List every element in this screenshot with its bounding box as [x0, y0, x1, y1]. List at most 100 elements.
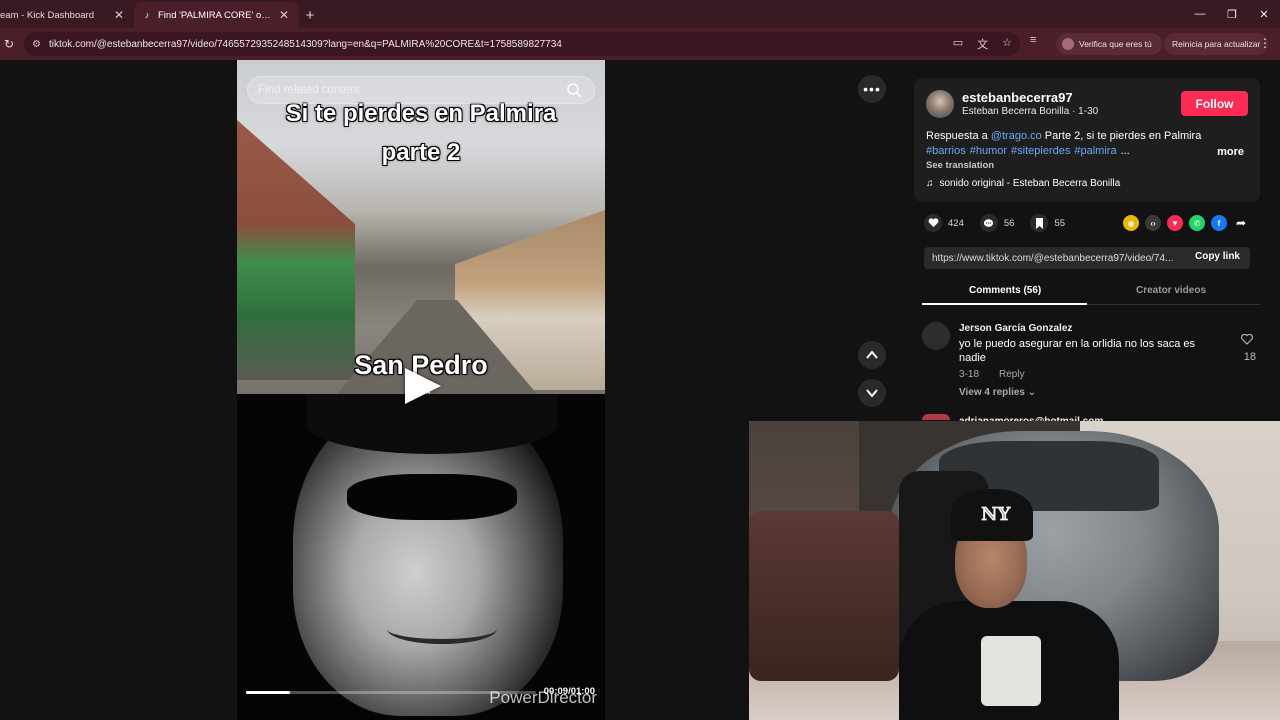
close-icon[interactable]: ✕ [114, 8, 124, 22]
cast-icon[interactable]: ▭ [953, 36, 963, 52]
action-bar: 424 56 55 [924, 212, 1081, 234]
follow-button[interactable]: Follow [1181, 91, 1248, 116]
video-frame-face [237, 394, 605, 720]
view-replies-label: View 4 replies [959, 387, 1025, 398]
browser-tab-bar: eam - Kick Dashboard ✕ ♪ Find 'PALMIRA C… [0, 0, 1280, 28]
sound-title: sonido original - Esteban Becerra Bonill… [939, 178, 1121, 189]
author-avatar[interactable] [926, 90, 954, 118]
profile-avatar-icon [1062, 38, 1074, 50]
video-smile-shape [387, 614, 497, 644]
sound-link[interactable]: ♫ sonido original - Esteban Becerra Bonil… [926, 178, 1120, 189]
chevron-down-icon: ⌄ [1027, 387, 1037, 398]
commenter-avatar[interactable] [922, 322, 950, 350]
description-hashtags: #barrios #humor #sitepierdes #palmira... [926, 145, 1130, 157]
comment-button[interactable]: 56 [979, 214, 1014, 232]
description-line1: Respuesta a @trago.co Parte 2, si te pie… [926, 130, 1201, 142]
panel-tabs: Comments (56) Creator videos [922, 282, 1260, 305]
description-card: estebanbecerra97 Esteban Becerra Bonilla… [914, 78, 1260, 202]
minimize-icon[interactable]: — [1184, 0, 1216, 28]
reply-button[interactable]: Reply [999, 369, 1025, 380]
video-timecode: 00:09/01:00 [543, 686, 595, 697]
next-video-button[interactable] [858, 379, 886, 407]
ny-logo: ℕ𝕐 [981, 504, 1011, 525]
author-display-name: Esteban Becerra Bonilla · 1-30 [962, 106, 1099, 117]
tiktok-favicon-icon: ♪ [144, 10, 150, 20]
search-icon[interactable] [566, 82, 582, 98]
active-tab-indicator [922, 303, 1087, 305]
new-tab-plus-icon[interactable]: + [299, 2, 321, 28]
hashtag-link[interactable]: #palmira [1074, 145, 1116, 157]
tab-kick-dashboard[interactable]: eam - Kick Dashboard ✕ [0, 2, 134, 28]
heart-icon [924, 214, 942, 232]
bookmark-icon [1030, 214, 1049, 232]
tab-creator-videos[interactable]: Creator videos [1136, 285, 1206, 296]
verify-label: Verifica que eres tú [1079, 39, 1152, 49]
share-arrow-icon[interactable]: ➦ [1233, 215, 1249, 231]
description-more-button[interactable]: more [1217, 146, 1244, 158]
commenter-name[interactable]: Jerson García Gonzalez [959, 323, 1072, 334]
omnibox-actions: ▭ 文 ☆ [953, 36, 1012, 52]
close-icon[interactable]: ✕ [279, 8, 289, 22]
related-search-input[interactable] [258, 84, 558, 96]
profile-verify-button[interactable]: Verifica que eres tú [1056, 33, 1162, 55]
address-bar-row: ↻ ⚙ tiktok.com/@estebanbecerra97/video/7… [0, 28, 1280, 60]
comment-meta: 3-18 Reply [959, 369, 1025, 380]
view-replies-button[interactable]: View 4 replies ⌄ [959, 387, 1036, 398]
tab-tiktok-search[interactable]: ♪ Find 'PALMIRA CORE' on TikTok ✕ [134, 2, 299, 28]
ellipsis-icon: ••• [863, 81, 881, 97]
previous-video-button[interactable] [858, 341, 886, 369]
see-translation-link[interactable]: See translation [926, 160, 994, 171]
video-progress-fill [246, 691, 290, 694]
description-prefix: Respuesta a [926, 130, 991, 142]
tab-title: eam - Kick Dashboard [0, 9, 94, 21]
mouse-cursor-icon: ↖ [421, 382, 432, 397]
browser-menu-icon[interactable]: ⋮ [1259, 36, 1271, 50]
bookmark-star-icon[interactable]: ☆ [1002, 36, 1012, 52]
comment-like-button[interactable] [1239, 332, 1255, 350]
save-button[interactable]: 55 [1030, 214, 1065, 232]
omnibox[interactable]: ⚙ tiktok.com/@estebanbecerra97/video/746… [24, 32, 1020, 56]
related-search-bar[interactable] [247, 76, 595, 104]
share-link-text[interactable]: https://www.tiktok.com/@estebanbecerra97… [932, 253, 1182, 264]
video-eyes-shape [347, 474, 517, 520]
translate-icon[interactable]: 文 [977, 36, 988, 52]
coin-icon[interactable]: ◉ [1123, 215, 1139, 231]
reload-icon[interactable]: ↻ [0, 37, 18, 51]
tab-title: Find 'PALMIRA CORE' on TikTok [158, 9, 273, 21]
heart-outline-icon [1241, 333, 1253, 345]
site-info-icon[interactable]: ⚙ [32, 39, 41, 50]
webcam-sofa [749, 511, 899, 681]
hashtag-link[interactable]: #sitepierdes [1011, 145, 1070, 157]
webcam-shirt-print [981, 636, 1041, 706]
description-ellipsis: ... [1120, 145, 1130, 157]
video-player[interactable]: Si te pierdes en Palmira parte 2 San Ped… [237, 60, 605, 720]
close-window-icon[interactable]: ✕ [1248, 0, 1280, 28]
whatsapp-icon[interactable]: ✆ [1189, 215, 1205, 231]
url-text[interactable]: tiktok.com/@estebanbecerra97/video/74655… [49, 39, 562, 50]
comment-like-count: 18 [1243, 351, 1256, 363]
facebook-icon[interactable]: f [1211, 215, 1227, 231]
webcam-overlay: ℕ𝕐 [749, 421, 1280, 720]
description-text: Parte 2, si te pierdes en Palmira [1041, 130, 1202, 142]
update-button[interactable]: Reinicia para actualizar [1164, 33, 1269, 55]
chevron-up-icon [866, 350, 878, 359]
hashtag-link[interactable]: #humor [970, 145, 1007, 157]
like-button[interactable]: 424 [924, 214, 964, 232]
tab-comments[interactable]: Comments (56) [969, 285, 1041, 296]
share-buttons: ◉ ‹› ▼ ✆ f ➦ [1123, 215, 1249, 231]
comment-text: yo le puedo asegurar en la orlidia no lo… [959, 338, 1196, 364]
commenter-avatar[interactable] [922, 414, 950, 420]
restore-icon[interactable]: ❐ [1216, 0, 1248, 28]
author-username[interactable]: estebanbecerra97 [962, 90, 1073, 105]
music-note-icon: ♫ [926, 178, 934, 189]
chevron-down-icon [866, 389, 878, 398]
more-options-button[interactable]: ••• [858, 75, 886, 103]
description-mention-link[interactable]: @trago.co [991, 130, 1042, 142]
video-caption-line1: Si te pierdes en Palmira [285, 100, 557, 127]
hashtag-link[interactable]: #barrios [926, 145, 966, 157]
share-link-box: https://www.tiktok.com/@estebanbecerra97… [924, 247, 1250, 269]
copy-link-button[interactable]: Copy link [1195, 251, 1240, 262]
repost-icon[interactable]: ▼ [1167, 215, 1183, 231]
media-controls-icon[interactable]: ≡ [1030, 34, 1036, 46]
embed-code-icon[interactable]: ‹› [1145, 215, 1161, 231]
